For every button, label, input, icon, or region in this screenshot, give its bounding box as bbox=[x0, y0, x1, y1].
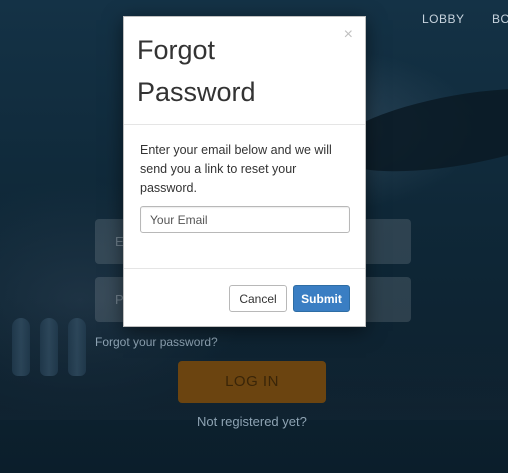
submit-button[interactable]: Submit bbox=[293, 285, 350, 312]
close-icon[interactable]: × bbox=[344, 27, 353, 43]
modal-header: Forgot Password × bbox=[124, 17, 365, 125]
modal-description: Enter your email below and we will send … bbox=[140, 143, 332, 195]
register-link[interactable]: Not registered yet? bbox=[197, 414, 307, 429]
bowling-pin-image bbox=[40, 318, 58, 376]
bowling-pin-image bbox=[12, 318, 30, 376]
forgot-password-link[interactable]: Forgot your password? bbox=[95, 335, 218, 349]
login-button[interactable]: LOG IN bbox=[178, 361, 326, 403]
nav-lobby-link[interactable]: LOBBY bbox=[422, 12, 465, 26]
modal-body: Enter your email below and we will send … bbox=[124, 125, 365, 269]
email-input[interactable] bbox=[140, 206, 350, 233]
bowling-pin-image bbox=[68, 318, 86, 376]
forgot-password-modal: Forgot Password × Enter your email below… bbox=[123, 16, 366, 327]
modal-title: Forgot Password bbox=[137, 35, 256, 107]
cancel-button[interactable]: Cancel bbox=[229, 285, 287, 312]
nav-next-link[interactable]: BO bbox=[492, 12, 508, 26]
